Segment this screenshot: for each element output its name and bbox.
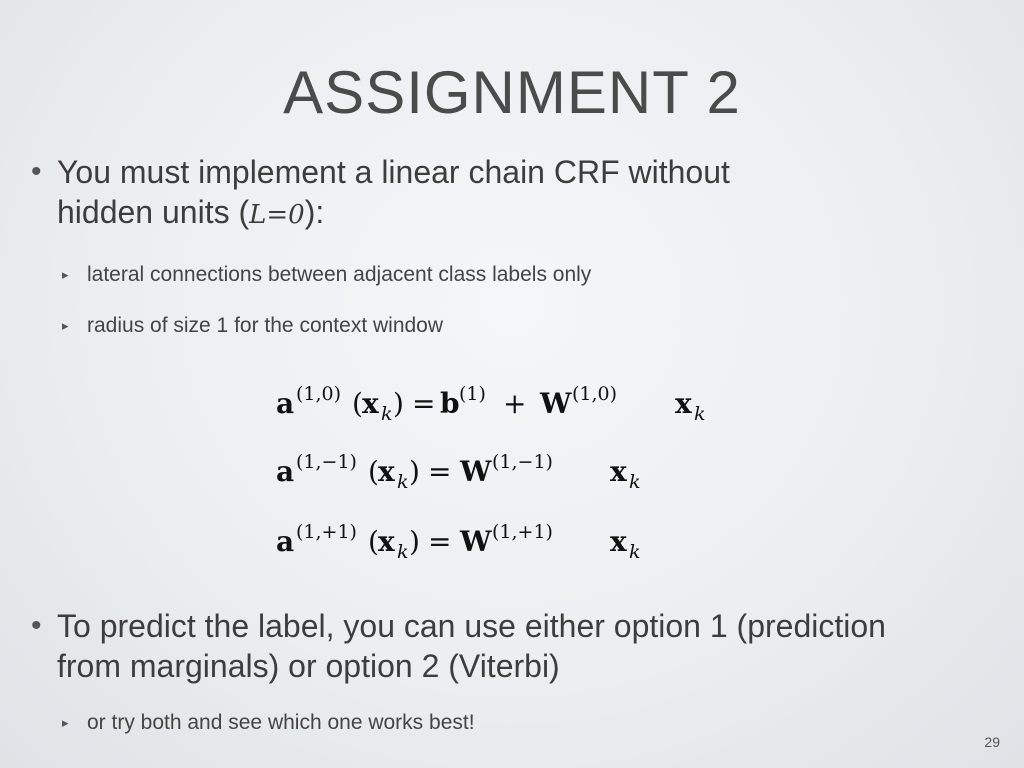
eq2-k-sub: k (397, 471, 409, 493)
eq3-a: a (276, 525, 294, 558)
eq3-k-sub: k (397, 541, 409, 563)
eq2-x: x (378, 455, 395, 488)
eq3-k-sub-rhs: k (629, 541, 641, 563)
eq1-equals: = (412, 387, 435, 420)
equation-2: a (1,−1) ( x k ) = W (1,−1) x k (276, 451, 641, 493)
eq2-equals: = (428, 455, 451, 488)
eq2-lhs-superscript: (1,−1) (296, 451, 357, 473)
eq2-k-sub-rhs: k (629, 471, 641, 493)
eq2-a: a (276, 455, 294, 488)
eq1-lhs-superscript: (1,0) (296, 383, 341, 405)
eq1-k-sub-rhs: k (694, 403, 706, 425)
page-number: 29 (984, 734, 1000, 750)
eq1-close-paren: ) (393, 387, 404, 420)
eq1-x-rhs: x (675, 387, 692, 420)
eq1-a: a (276, 387, 294, 420)
equation-1: a (1,0) ( x k ) = b (1) + W (1,0) x k (276, 383, 706, 425)
sub-bullet-try-both: ▸ or try both and see which one works be… (62, 710, 887, 736)
equation-3: a (1,+1) ( x k ) = W (1,+1) x k (276, 521, 641, 563)
bullet-predict-label: • To predict the label, you can use eith… (31, 606, 997, 686)
sub-bullet-text: or try both and see which one works best… (87, 711, 475, 734)
eq3-close-paren: ) (409, 525, 420, 558)
bullet-dot-icon: • (31, 609, 42, 642)
slide: ASSIGNMENT 2 • You must implement a line… (0, 0, 1024, 768)
bullet-line-1: To predict the label, you can use either… (57, 608, 886, 644)
eq3-W: W (459, 525, 492, 558)
eq2-W: W (459, 455, 492, 488)
eq1-plus: + (503, 387, 526, 420)
eq1-k-sub: k (381, 403, 393, 425)
eq1-x: x (362, 387, 379, 420)
eq3-x-rhs: x (610, 525, 627, 558)
eq1-b-superscript: (1) (459, 383, 486, 405)
eq2-close-paren: ) (409, 455, 420, 488)
eq3-lhs-superscript: (1,+1) (296, 521, 357, 543)
eq1-W: W (539, 387, 572, 420)
eq2-x-rhs: x (610, 455, 627, 488)
eq3-w-superscript: (1,+1) (492, 521, 553, 543)
bullet-line-2: from marginals) or option 2 (Viterbi) (57, 648, 560, 684)
eq1-b: b (440, 387, 460, 420)
eq3-equals: = (428, 525, 451, 558)
triangle-arrow-icon: ▸ (62, 715, 69, 730)
eq2-w-superscript: (1,−1) (492, 451, 553, 473)
eq1-w-superscript: (1,0) (572, 383, 617, 405)
eq3-x: x (378, 525, 395, 558)
